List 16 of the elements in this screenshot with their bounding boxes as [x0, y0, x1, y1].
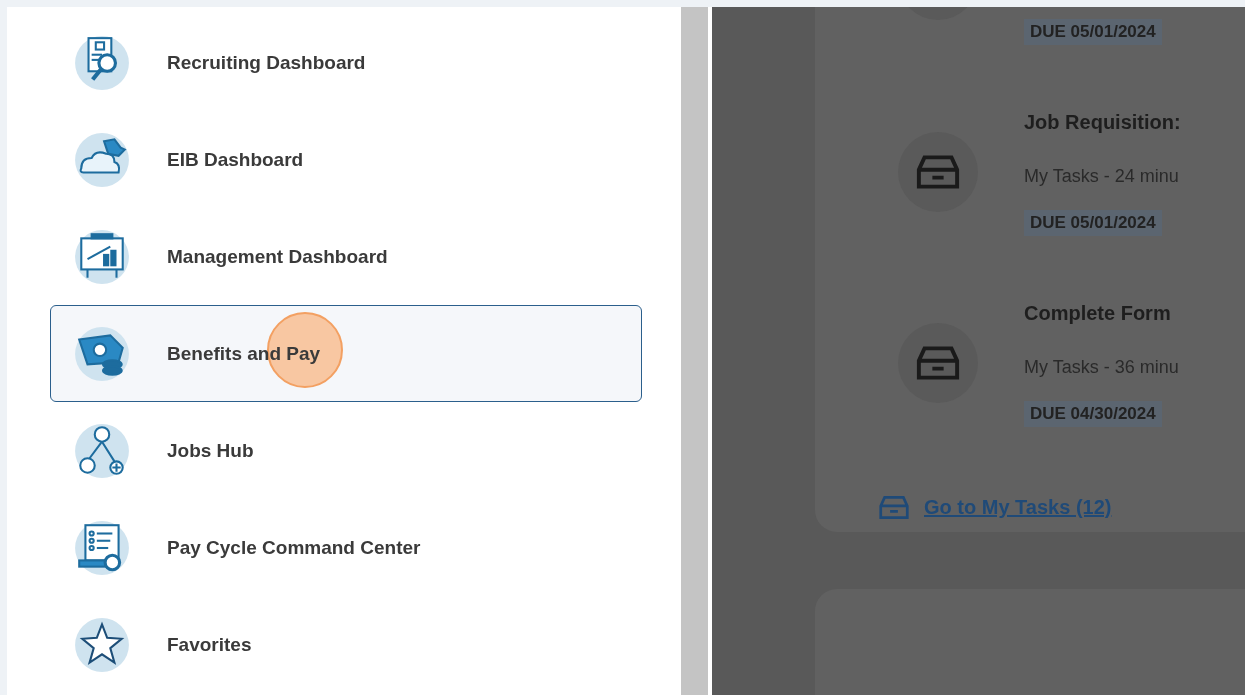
checklist-coin-icon: [73, 518, 131, 577]
menu-item[interactable]: EIB Dashboard: [50, 111, 642, 208]
document-search-icon: [73, 33, 131, 92]
puzzle-cloud-icon: [73, 130, 131, 189]
menu-item[interactable]: Management Dashboard: [50, 208, 642, 305]
menu-item[interactable]: Favorites: [50, 596, 642, 693]
due-date-tag: DUE 05/01/2024: [1024, 19, 1162, 45]
due-date-tag: DUE 05/01/2024: [1024, 210, 1162, 236]
money-coins-icon: [73, 324, 131, 383]
inbox-icon: [878, 495, 910, 520]
due-date-tag: DUE 04/30/2024: [1024, 401, 1162, 427]
menu-item[interactable]: Recruiting Dashboard: [50, 14, 642, 111]
chart-board-icon: [73, 227, 131, 286]
menu-item[interactable]: Pay Cycle Command Center: [50, 499, 642, 596]
menu-item[interactable]: Jobs Hub: [50, 402, 642, 499]
people-plus-icon: [73, 421, 131, 480]
